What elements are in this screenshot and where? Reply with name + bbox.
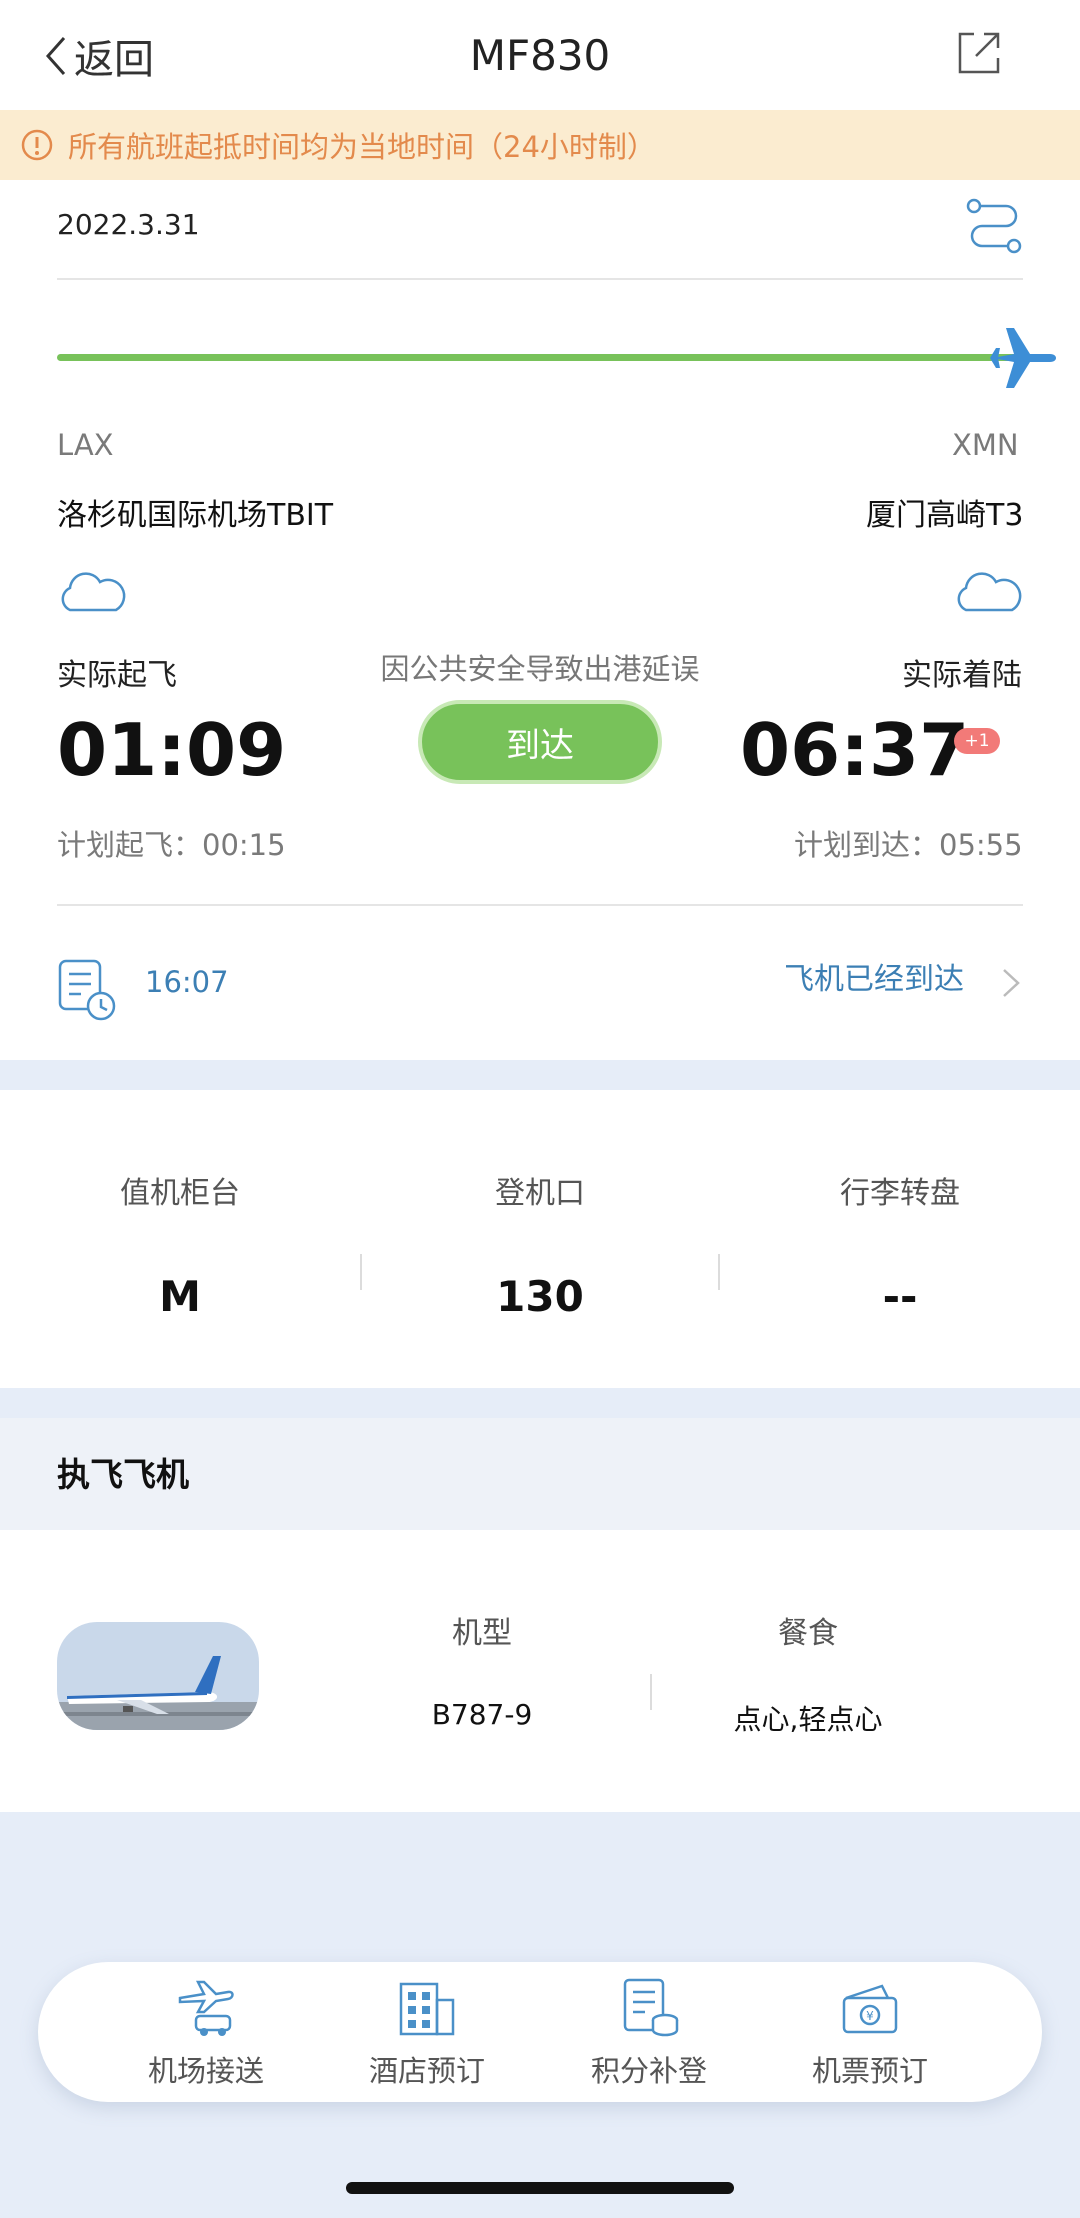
planned-arrival: 计划到达：05:55 (794, 828, 1023, 862)
notice-text: 所有航班起抵时间均为当地时间（24小时制） (68, 130, 656, 164)
divider (57, 278, 1023, 280)
share-icon[interactable] (956, 30, 1002, 76)
flight-status-card (0, 180, 1080, 1060)
schedule-icon[interactable] (57, 958, 117, 1022)
nav-ticket[interactable]: ¥ 机票预订 (770, 1976, 970, 2090)
nav-label: 积分补登 (590, 2054, 707, 2088)
day-offset-badge: +1 (954, 728, 1000, 754)
baggage-label: 行李转盘 (840, 1176, 960, 1211)
boarding-info-card (0, 1090, 1080, 1388)
divider (650, 1674, 652, 1710)
planned-departure: 计划起飞：00:15 (57, 828, 286, 862)
nav-label: 酒店预订 (368, 2054, 485, 2088)
flight-date: 2022.3.31 (57, 208, 200, 241)
destination-airport: 厦门高崎T3 (866, 498, 1024, 533)
home-indicator (346, 2182, 734, 2194)
actual-arrival-time: 06:37 (740, 708, 970, 792)
nav-label: 机票预订 (811, 2054, 928, 2088)
aircraft-photo[interactable] (57, 1622, 259, 1730)
svg-text:¥: ¥ (866, 2009, 874, 2023)
points-icon (623, 1978, 679, 2037)
aircraft-type-label: 机型 (452, 1616, 512, 1651)
info-icon (21, 129, 53, 161)
weather-cloud-icon (61, 572, 126, 612)
meal-label: 餐食 (778, 1616, 838, 1651)
timezone-notice: 所有航班起抵时间均为当地时间（24小时制） (0, 110, 1080, 180)
divider (718, 1254, 720, 1290)
ticket-icon: ¥ (842, 1984, 898, 2034)
origin-airport: 洛杉矶国际机场TBIT (57, 498, 334, 533)
baggage-value: -- (882, 1272, 918, 1321)
nav-hotel[interactable]: 酒店预订 (327, 1976, 527, 2090)
airplane-icon (990, 328, 1056, 388)
nav-points[interactable]: 积分补登 (549, 1976, 749, 2090)
aircraft-type-value: B787-9 (431, 1698, 533, 1731)
delay-reason: 因公共安全导致出港延误 (380, 652, 700, 686)
section-title: 执飞飞机 (57, 1455, 189, 1494)
divider (57, 904, 1023, 906)
page-title: MF830 (469, 31, 611, 80)
update-time: 16:07 (145, 965, 229, 999)
meal-value: 点心,轻点心 (733, 1703, 883, 1736)
gate-label: 登机口 (495, 1176, 585, 1211)
destination-code: XMN (952, 428, 1019, 462)
status-button[interactable]: 到达 (418, 700, 662, 784)
origin-code: LAX (57, 428, 114, 462)
airport-transfer-icon (178, 1980, 234, 2036)
nav-airport-transfer[interactable]: 机场接送 (106, 1976, 306, 2090)
checkin-label: 值机柜台 (120, 1176, 240, 1211)
arrival-status-label: 实际着陆 (902, 658, 1022, 693)
divider (360, 1254, 362, 1290)
chevron-right-icon[interactable] (1000, 966, 1022, 1000)
weather-cloud-icon (957, 572, 1022, 612)
nav-label: 机场接送 (147, 2054, 264, 2088)
gate-value: 130 (496, 1272, 584, 1321)
flight-progress-bar (57, 354, 1017, 361)
actual-departure-time: 01:09 (57, 708, 287, 792)
departure-status-label: 实际起飞 (57, 658, 177, 693)
checkin-value: M (159, 1272, 201, 1321)
hotel-icon (399, 1982, 455, 2036)
flight-status-link[interactable]: 飞机已经到达 (784, 960, 964, 1000)
route-icon[interactable] (966, 196, 1022, 256)
